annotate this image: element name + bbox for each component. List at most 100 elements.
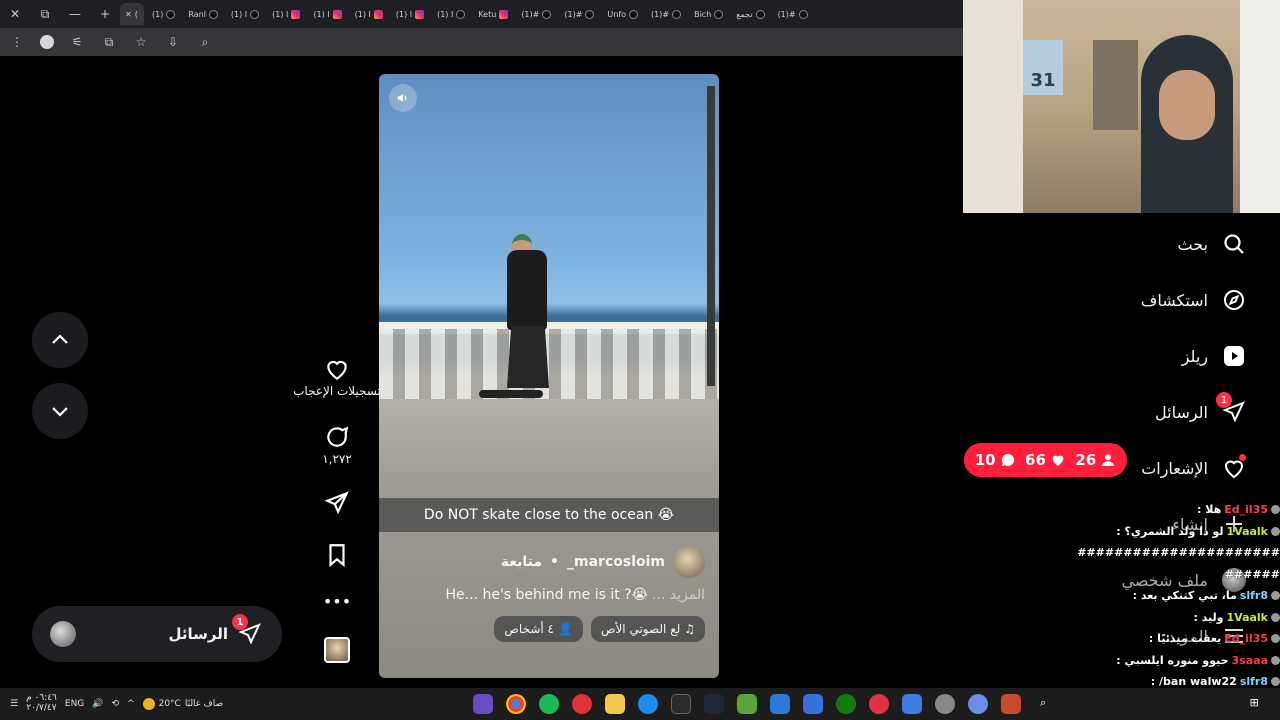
xbox-icon[interactable] [836,694,856,714]
tray-app-icon[interactable]: ⟲ [112,699,120,709]
terminal-icon[interactable] [671,694,691,714]
app-icon[interactable] [473,694,493,714]
author-name[interactable]: _marcosloim [567,554,665,570]
search-taskbar-icon[interactable]: ⌕ [1040,696,1046,709]
chat-username[interactable]: 1Vaalk [1227,525,1269,538]
app-icon[interactable] [1001,694,1021,714]
sidebar-item-explore[interactable]: استكشاف [1141,288,1246,312]
app-icon[interactable] [968,694,988,714]
audio-thumbnail[interactable] [324,637,350,663]
browser-tab[interactable]: (1)# [559,3,599,25]
download-icon[interactable]: ⇩ [164,35,182,49]
spotify-icon[interactable] [539,694,559,714]
tab-active[interactable]: ✕( [120,3,144,25]
sidebar-item-messages[interactable]: الرسائل 1 [1155,392,1246,424]
browser-tab[interactable]: Unfo [602,3,643,25]
browser-tab[interactable]: (1) I [267,3,305,25]
close-tab-icon[interactable]: ✕ [125,10,132,19]
browser-tab[interactable]: (1)# [646,3,686,25]
steam-icon[interactable] [704,694,724,714]
app-icon[interactable] [770,694,790,714]
reel-video[interactable]: Do NOT skate close to the ocean 😭 متابعة… [379,74,719,678]
next-reel-button[interactable] [32,383,88,439]
railing [379,329,719,399]
search-page-icon[interactable]: ⌕ [196,35,214,50]
like-button[interactable]: تسجيلات الإعجاب [293,356,381,398]
app-icon[interactable] [869,694,889,714]
video-meta: متابعة • _marcosloim He... he's behind m… [379,544,719,642]
edge-icon[interactable] [638,694,658,714]
chat-username[interactable]: 1Vaalk [1227,611,1269,624]
comment-button[interactable]: ١,٢٧٢ [322,424,352,466]
bookmark-star-icon[interactable]: ☆ [132,35,150,49]
chat-username[interactable]: Ed_il35 [1224,632,1268,645]
messages-pill[interactable]: الرسائل 1 [32,606,282,662]
follow-button[interactable]: متابعة [501,554,542,570]
minimize-icon[interactable]: — [60,0,90,28]
windows-start-icon[interactable]: ⊞ [1250,696,1259,709]
tab-label: Unfo [607,9,627,19]
chat-text: : /ban walw22 [1150,675,1237,687]
comments-stat: 10 [975,451,1016,469]
share-button[interactable] [324,490,350,516]
profile-icon[interactable] [40,35,54,49]
sidebar-item-reels[interactable]: ريلز [1182,344,1246,368]
clock[interactable]: ٠٦:٤٦ م ٢٠/٧/٤٧ [26,693,57,714]
more-options-button[interactable]: ••• [323,592,351,611]
store-icon[interactable] [803,694,823,714]
sound-toggle-button[interactable] [389,84,417,112]
settings-icon[interactable] [935,694,955,714]
browser-tab[interactable]: (1)# [773,3,813,25]
browser-tab[interactable]: Ketu [473,3,513,25]
app-icon[interactable] [902,694,922,714]
browser-tab[interactable]: Bich [689,3,728,25]
app-icon[interactable] [572,694,592,714]
chat-username[interactable]: slfr8 [1240,675,1268,687]
previous-reel-button[interactable] [32,312,88,368]
save-button[interactable] [324,542,350,568]
tab-label: (1)# [521,9,540,19]
close-window-icon[interactable]: ✕ [0,0,30,28]
streamer-face [1159,70,1215,140]
volume-icon[interactable]: 🔊 [92,699,103,709]
new-tab-icon[interactable]: + [90,0,120,28]
chat-username[interactable]: slfr8 [1240,589,1268,602]
browser-tab[interactable]: (1) I [308,3,346,25]
sidebar-item-search[interactable]: بحث [1178,232,1247,256]
people-chip-label: ٤ أشخاص [504,622,554,636]
browser-tab[interactable]: (1) I [226,3,264,25]
people-tag-chip[interactable]: ٤ أشخاص 👤 [494,616,583,642]
tab-label: (1) [152,9,164,19]
chevron-up-icon[interactable]: ^ [127,699,135,709]
browser-tab[interactable]: (1)# [516,3,556,25]
author-avatar[interactable] [673,546,705,578]
sidebar-item-notifications[interactable]: الإشعارات [1141,454,1246,480]
chat-username[interactable]: Ed_il35 [1224,503,1268,516]
chrome-icon[interactable] [506,694,526,714]
chat-text: : لو ذا ولد الشمري؟ [1116,524,1224,538]
chevron-down-icon [52,407,68,417]
notes-icon[interactable]: ☰ [10,699,18,709]
viewers-stat-value: 26 [1075,451,1097,469]
folder-icon[interactable] [605,694,625,714]
browser-tab[interactable]: (1) I [432,3,470,25]
menu-dots-icon[interactable]: ⋮ [8,35,26,49]
extensions-icon[interactable]: ⧉ [100,35,118,50]
weather-widget[interactable]: 20°C صاف غالبًا [142,698,223,710]
chat-username[interactable]: 3saaa [1232,654,1268,667]
tune-icon[interactable]: ⚟ [68,35,86,49]
browser-tab[interactable]: (1) [147,3,180,25]
tab-label: Ketu [478,9,497,19]
language-indicator[interactable]: ENG [65,699,84,709]
comments-stat-value: 10 [974,451,996,469]
minecraft-icon[interactable] [737,694,757,714]
chat-badge-icon [1271,526,1280,536]
tab-label: (1) I [272,9,289,19]
audio-chip[interactable]: لع الصوتي الأص ♫ [590,616,705,642]
browser-tab[interactable]: تجمع [731,3,769,25]
browser-tab[interactable]: (1) I [350,3,388,25]
more-link[interactable]: ... المزيد [652,587,705,603]
browser-tab[interactable]: Ranl [183,3,223,25]
restore-icon[interactable]: ⧉ [30,0,60,28]
browser-tab[interactable]: (1) I [391,3,429,25]
